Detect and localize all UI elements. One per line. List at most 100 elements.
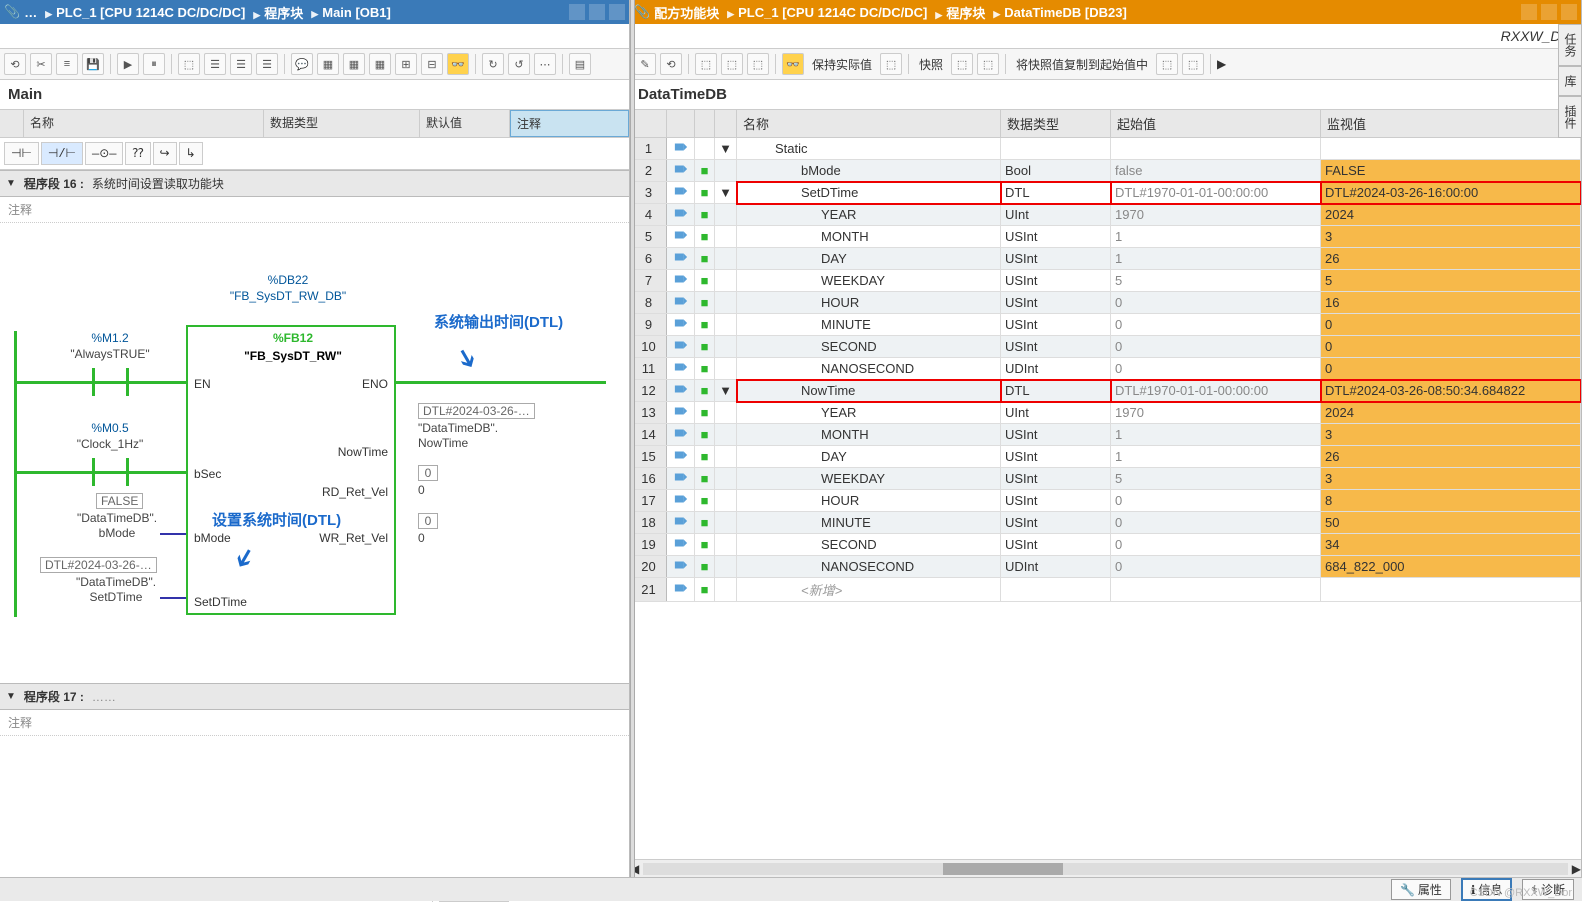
tool-btn[interactable]: ▶ <box>117 53 139 75</box>
side-tab[interactable]: 库 <box>1558 66 1582 96</box>
close-icon[interactable] <box>609 4 625 20</box>
tool-btn[interactable]: ⬚ <box>178 53 200 75</box>
fb-block[interactable]: %FB12 "FB_SysDT_RW" EN ENO bSec bMode Se… <box>186 325 396 615</box>
network-16-body[interactable]: %DB22 "FB_SysDT_RW_DB" %FB12 "FB_SysDT_R… <box>0 223 629 683</box>
table-row[interactable]: 10 ■ SECOND USInt 0 0 <box>631 336 1581 358</box>
th-type[interactable]: 数据类型 <box>1001 110 1111 138</box>
tool-btn[interactable]: ⬚ <box>1156 53 1178 75</box>
col-comment[interactable]: 注释 <box>510 110 629 137</box>
table-row[interactable]: 12 ■ ▼ NowTime DTL DTL#1970-01-01-00:00:… <box>631 380 1581 402</box>
crumb[interactable]: … <box>24 5 37 20</box>
tool-btn[interactable]: ⏸ <box>143 53 165 75</box>
tool-btn[interactable]: 💬 <box>291 53 313 75</box>
network-17-header[interactable]: ▼ 程序段 17 : …… <box>0 683 629 710</box>
tool-btn[interactable]: ⟲ <box>4 53 26 75</box>
tool-btn[interactable]: ▦ <box>343 53 365 75</box>
minimize-icon[interactable] <box>569 4 585 20</box>
maximize-icon[interactable] <box>589 4 605 20</box>
tool-btn[interactable]: ⟲ <box>660 53 682 75</box>
table-row[interactable]: 9 ■ MINUTE USInt 0 0 <box>631 314 1581 336</box>
tool-btn[interactable]: ↺ <box>508 53 530 75</box>
table-row[interactable]: 8 ■ HOUR USInt 0 16 <box>631 292 1581 314</box>
table-row[interactable]: 5 ■ MONTH USInt 1 3 <box>631 226 1581 248</box>
table-row[interactable]: 14 ■ MONTH USInt 1 3 <box>631 424 1581 446</box>
col-default[interactable]: 默认值 <box>420 110 510 137</box>
hscroll-right[interactable]: ◀▶ <box>630 859 1581 877</box>
table-row[interactable]: 11 ■ NANOSECOND UDInt 0 0 <box>631 358 1581 380</box>
side-tab[interactable]: 任务 <box>1558 24 1582 66</box>
tool-btn[interactable]: ✂ <box>30 53 52 75</box>
instr-btn[interactable]: ⊣/⊢ <box>41 142 83 165</box>
network-16-header[interactable]: ▼ 程序段 16 : 系统时间设置读取功能块 <box>0 170 629 197</box>
col-dtype[interactable]: 数据类型 <box>264 110 420 137</box>
table-row[interactable]: 20 ■ NANOSECOND UDInt 0 684_822_000 <box>631 556 1581 578</box>
btn-copy-snap[interactable]: 将快照值复制到起始值中 <box>1012 56 1152 73</box>
table-row[interactable]: 7 ■ WEEKDAY USInt 5 5 <box>631 270 1581 292</box>
tool-btn[interactable]: ⬚ <box>747 53 769 75</box>
th-name[interactable]: 名称 <box>737 110 1001 138</box>
maximize-icon[interactable] <box>1541 4 1557 20</box>
minimize-icon[interactable] <box>1521 4 1537 20</box>
side-tab[interactable]: 插件 <box>1558 96 1582 138</box>
btn-snapshot[interactable]: 快照 <box>915 56 947 73</box>
ladder-editor[interactable]: ⊣⊢ ⊣/⊢ —⊙— ⁇ ↪ ↳ ▼ 程序段 16 : 系统时间设置读取功能块 … <box>0 138 629 883</box>
network-comment[interactable]: 注释 <box>0 710 629 736</box>
tool-btn[interactable]: ☰ <box>256 53 278 75</box>
tool-btn[interactable]: ⬚ <box>695 53 717 75</box>
tool-btn[interactable]: ⬚ <box>880 53 902 75</box>
table-row[interactable]: 17 ■ HOUR USInt 0 8 <box>631 490 1581 512</box>
table-row[interactable]: 4 ■ YEAR UInt 1970 2024 <box>631 204 1581 226</box>
tool-btn[interactable]: ⬚ <box>721 53 743 75</box>
tool-btn[interactable]: ▦ <box>317 53 339 75</box>
tool-btn[interactable]: ▤ <box>569 53 591 75</box>
instr-btn[interactable]: ↳ <box>179 142 203 165</box>
collapse-icon[interactable]: ▼ <box>6 691 16 702</box>
table-row[interactable]: 6 ■ DAY USInt 1 26 <box>631 248 1581 270</box>
crumb[interactable]: 配方功能块 <box>654 3 719 22</box>
tool-btn[interactable]: ⊞ <box>395 53 417 75</box>
more-icon[interactable]: ▶ <box>1217 57 1226 71</box>
pane-divider[interactable] <box>630 0 635 877</box>
table-row[interactable]: 13 ■ YEAR UInt 1970 2024 <box>631 402 1581 424</box>
col-name[interactable]: 名称 <box>24 110 264 137</box>
table-row[interactable]: 3 ■ ▼ SetDTime DTL DTL#1970-01-01-00:00:… <box>631 182 1581 204</box>
crumb[interactable]: PLC_1 [CPU 1214C DC/DC/DC] <box>41 5 245 20</box>
table-row[interactable]: 1 ▼ Static <box>631 138 1581 160</box>
instr-btn[interactable]: ⊣⊢ <box>4 142 39 165</box>
btn-keep[interactable]: 保持实际值 <box>808 56 876 73</box>
tool-btn[interactable]: ▦ <box>369 53 391 75</box>
tool-btn[interactable]: ✎ <box>634 53 656 75</box>
tool-btn[interactable]: ⬚ <box>977 53 999 75</box>
monitor-btn[interactable]: 👓 <box>782 53 804 75</box>
tool-btn[interactable]: ⬚ <box>951 53 973 75</box>
tool-btn[interactable]: ☰ <box>230 53 252 75</box>
table-row[interactable]: 15 ■ DAY USInt 1 26 <box>631 446 1581 468</box>
instr-btn[interactable]: —⊙— <box>85 142 123 165</box>
tool-btn[interactable]: 💾 <box>82 53 104 75</box>
tool-btn[interactable]: ⊟ <box>421 53 443 75</box>
table-row[interactable]: 21 ■ <新增> <box>631 578 1581 602</box>
tool-btn[interactable]: ☰ <box>204 53 226 75</box>
monitor-btn[interactable]: 👓 <box>447 53 469 75</box>
crumb[interactable]: 程序块 <box>249 3 303 22</box>
collapse-icon[interactable]: ▼ <box>6 178 16 189</box>
crumb[interactable]: PLC_1 [CPU 1214C DC/DC/DC] <box>723 5 927 20</box>
table-row[interactable]: 16 ■ WEEKDAY USInt 5 3 <box>631 468 1581 490</box>
tool-btn[interactable]: ≡ <box>56 53 78 75</box>
crumb[interactable]: Main [OB1] <box>307 5 391 20</box>
tool-btn[interactable]: ⋯ <box>534 53 556 75</box>
network-comment[interactable]: 注释 <box>0 197 629 223</box>
db-table-wrap[interactable]: 名称 数据类型 起始值 监视值 1 ▼ Static 2 ■ bMode Boo… <box>630 109 1581 859</box>
table-row[interactable]: 2 ■ bMode Bool false FALSE <box>631 160 1581 182</box>
tool-btn[interactable]: ⬚ <box>1182 53 1204 75</box>
crumb[interactable]: DataTimeDB [DB23] <box>989 5 1127 20</box>
tool-btn[interactable]: ↻ <box>482 53 504 75</box>
table-row[interactable]: 18 ■ MINUTE USInt 0 50 <box>631 512 1581 534</box>
instr-btn[interactable]: ↪ <box>153 142 177 165</box>
instr-btn[interactable]: ⁇ <box>125 142 150 165</box>
crumb[interactable]: 程序块 <box>931 3 985 22</box>
th-mon[interactable]: 监视值 <box>1321 110 1581 138</box>
th-start[interactable]: 起始值 <box>1111 110 1321 138</box>
table-row[interactable]: 19 ■ SECOND USInt 0 34 <box>631 534 1581 556</box>
status-props[interactable]: 🔧 属性 <box>1391 879 1451 900</box>
